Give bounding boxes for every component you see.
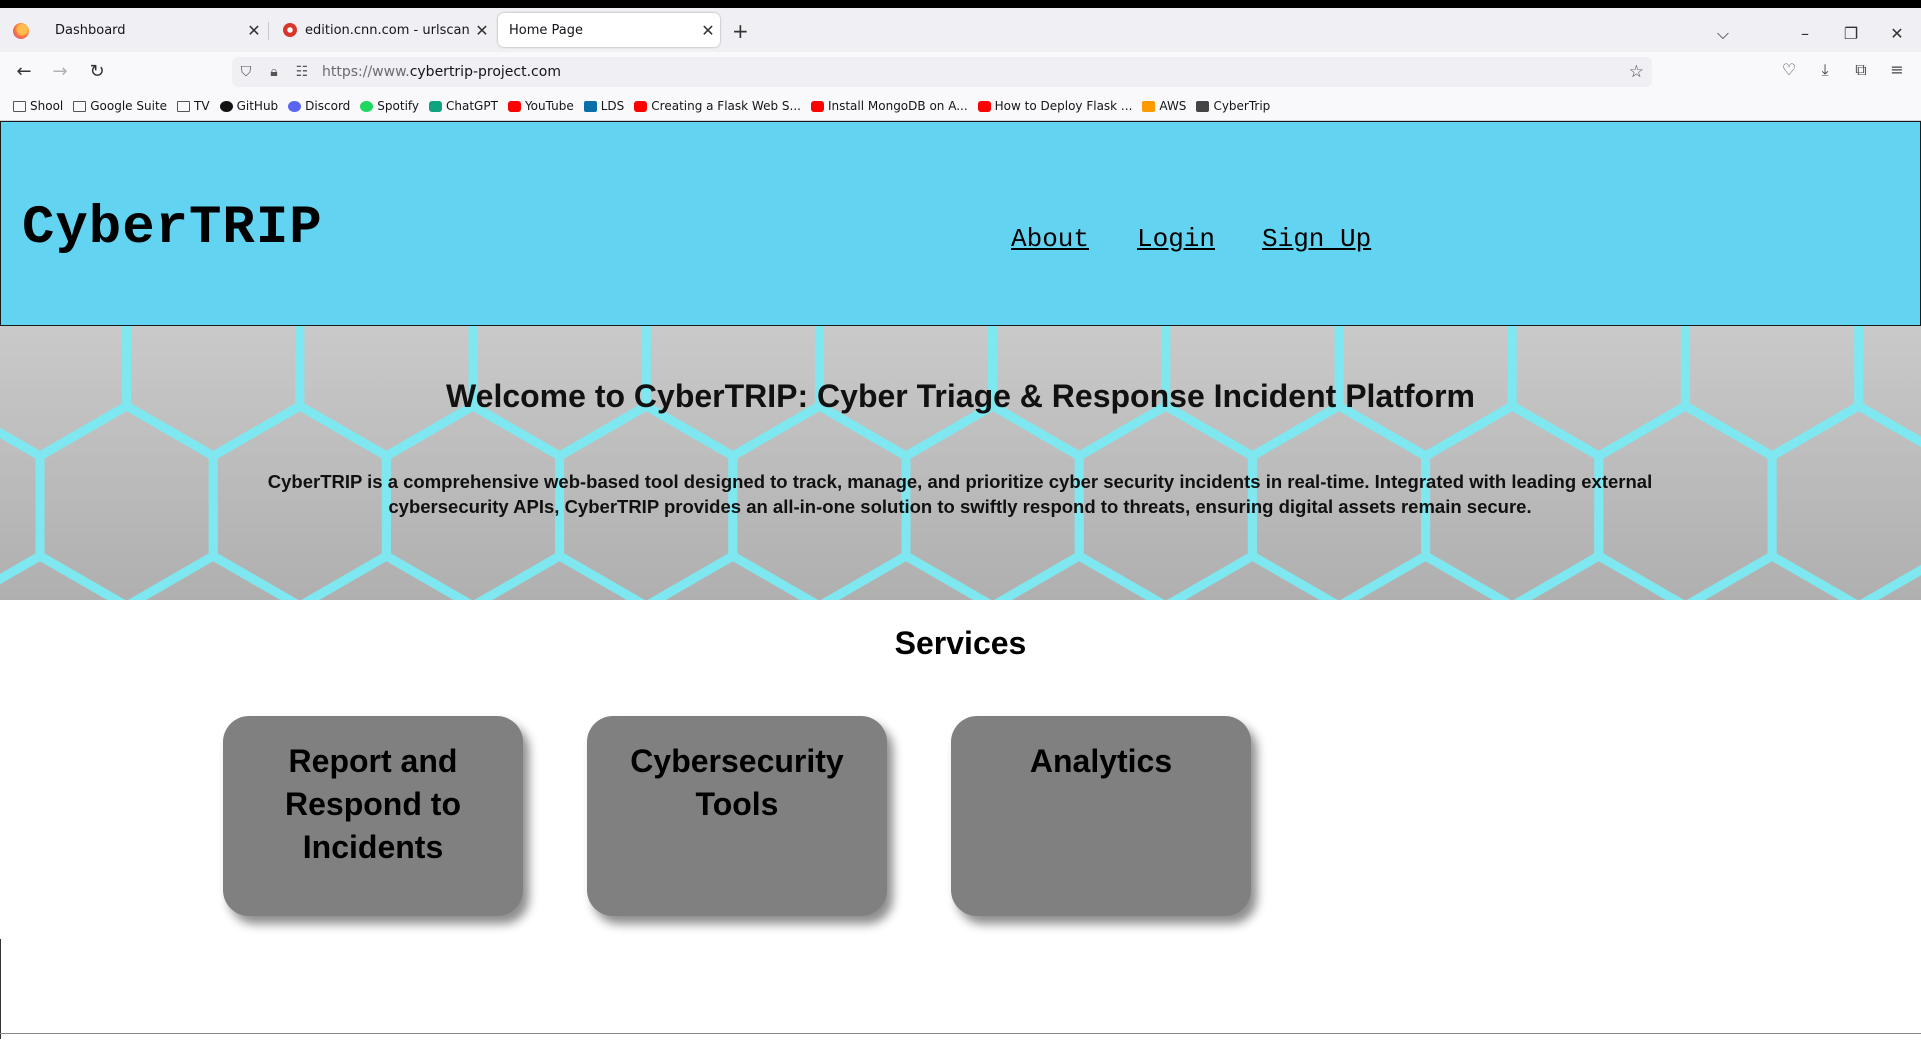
bookmark-item[interactable]: GitHub [219, 99, 279, 113]
services-heading: Services [894, 625, 1027, 661]
nav-about-link[interactable]: About [1011, 224, 1089, 254]
new-tab-button[interactable]: + [732, 19, 749, 43]
bookmark-label: YouTube [524, 99, 574, 113]
cybertrip-icon [1196, 100, 1210, 112]
hero-banner: Welcome to CyberTRIP: Cyber Triage & Res… [0, 326, 1921, 600]
restore-icon[interactable]: ❐ [1836, 24, 1866, 43]
nav-signup-link[interactable]: Sign Up [1262, 224, 1371, 254]
service-card-title: Report and Respond to Incidents [285, 743, 461, 865]
close-icon[interactable]: ✕ [696, 21, 720, 40]
tab-separator [268, 22, 269, 40]
bookmark-label: AWS [1159, 99, 1187, 113]
url-domain: cybertrip-project.com [409, 64, 561, 80]
hexagon-background-image [0, 326, 1921, 600]
tab-dashboard[interactable]: Dashboard ✕ [44, 13, 266, 47]
folder-icon [73, 100, 87, 112]
page-left-border [0, 939, 1, 1039]
bookmark-item[interactable]: How to Deploy Flask ... [977, 99, 1133, 113]
bookmark-item[interactable]: Shool [13, 99, 63, 113]
bookmark-label: LDS [600, 99, 625, 113]
firefox-icon [13, 23, 29, 39]
youtube-icon [507, 100, 521, 112]
minimize-icon[interactable]: – [1790, 24, 1820, 43]
list-tabs-chevron-down-icon[interactable]: ⌵ [1708, 24, 1738, 44]
tab-title: edition.cnn.com - urlscan.io [305, 22, 470, 38]
bookmark-label: Shool [30, 99, 64, 113]
bookmark-item[interactable]: Spotify [360, 99, 419, 113]
close-icon[interactable]: ✕ [470, 21, 494, 40]
youtube-icon [634, 100, 648, 112]
tab-urlscan[interactable]: edition.cnn.com - urlscan.io ✕ [272, 13, 494, 47]
bookmark-item[interactable]: Creating a Flask Web S... [634, 99, 801, 113]
bookmark-item[interactable]: Install MongoDB on A... [810, 99, 968, 113]
lock-icon[interactable]: 🔒︎ [260, 64, 288, 80]
service-card-title: Cybersecurity Tools [630, 743, 844, 822]
window-top-border [0, 0, 1921, 8]
url-prefix: https://www. [322, 64, 410, 80]
folder-icon [177, 100, 191, 112]
tab-bar: Dashboard ✕ edition.cnn.com - urlscan.io… [0, 8, 1921, 52]
bookmark-label: Creating a Flask Web S... [651, 99, 801, 113]
bookmark-label: Discord [305, 99, 351, 113]
tab-title: Dashboard [55, 22, 126, 38]
tab-home-page[interactable]: Home Page ✕ [498, 13, 720, 47]
bookmarks-bar: Shool Google Suite TV GitHub Discord Spotify C… [0, 92, 1921, 121]
hero-title: Welcome to CyberTRIP: Cyber Triage & Res… [446, 378, 1475, 414]
bookmark-item[interactable]: YouTube [507, 99, 574, 113]
service-card-cybersecurity-tools[interactable]: Cybersecurity Tools [587, 716, 887, 916]
downloads-icon[interactable]: ⤓ [1812, 60, 1838, 80]
extensions-icon[interactable]: ⧉ [1848, 60, 1874, 80]
youtube-icon [977, 100, 991, 112]
discord-icon [288, 100, 302, 112]
service-card-title: Analytics [1029, 743, 1173, 779]
bookmark-item[interactable]: AWS [1142, 99, 1186, 113]
bookmark-label: TV [194, 99, 210, 113]
hero-description-line-2: cybersecurity APIs, CyberTRIP provides a… [388, 496, 1532, 517]
bookmark-item[interactable]: Google Suite [73, 99, 167, 113]
service-card-report-respond[interactable]: Report and Respond to Incidents [223, 716, 523, 916]
bookmark-star-icon[interactable]: ☆ [1629, 62, 1644, 82]
service-card-analytics[interactable]: Analytics [951, 716, 1251, 916]
tab-title: Home Page [509, 22, 583, 38]
site-header: CyberTRIP About Login Sign Up [0, 121, 1921, 326]
hero-description: CyberTRIP is a comprehensive web-based t… [260, 469, 1660, 519]
permissions-icon[interactable]: ☷ [288, 64, 316, 80]
shield-icon[interactable]: ⛉ [232, 64, 260, 80]
youtube-icon [810, 100, 824, 112]
urlscan-favicon-icon [283, 23, 297, 37]
bookmark-item[interactable]: LDS [583, 99, 625, 113]
bookmark-label: How to Deploy Flask ... [994, 99, 1133, 113]
site-logo[interactable]: CyberTRIP [22, 198, 323, 259]
nav-toolbar: ← → ↻ ⛉ 🔒︎ ☷ https://www.cybertrip-proje… [0, 52, 1921, 92]
address-bar[interactable]: ⛉ 🔒︎ ☷ https://www.cybertrip-project.com… [232, 57, 1652, 87]
page-bottom-border [0, 1033, 1921, 1034]
lds-icon [583, 100, 597, 112]
url-text[interactable]: https://www.cybertrip-project.com [322, 64, 561, 80]
back-arrow-icon[interactable]: ← [11, 60, 37, 84]
bookmark-label: CyberTrip [1213, 99, 1271, 113]
bookmark-label: GitHub [236, 99, 279, 113]
forward-arrow-icon[interactable]: → [47, 60, 73, 84]
spotify-icon [360, 100, 374, 112]
bookmark-item[interactable]: TV [177, 99, 210, 113]
chatgpt-icon [429, 100, 443, 112]
bookmark-label: Spotify [377, 99, 420, 113]
menu-hamburger-icon[interactable]: ≡ [1884, 60, 1910, 79]
folder-icon [13, 100, 26, 112]
window-close-icon[interactable]: ✕ [1882, 24, 1912, 43]
bookmark-item[interactable]: Discord [288, 99, 350, 113]
reload-icon[interactable]: ↻ [84, 60, 110, 84]
github-icon [219, 100, 233, 112]
aws-icon [1142, 100, 1156, 112]
close-icon[interactable]: ✕ [242, 21, 266, 40]
bookmark-label: Install MongoDB on A... [827, 99, 968, 113]
pocket-icon[interactable]: ♡ [1776, 60, 1802, 79]
bookmark-label: Google Suite [90, 99, 168, 113]
hero-description-line-1: CyberTRIP is a comprehensive web-based t… [267, 471, 1653, 492]
bookmark-item[interactable]: ChatGPT [429, 99, 498, 113]
bookmark-item[interactable]: CyberTrip [1196, 99, 1270, 113]
page-viewport: CyberTRIP About Login Sign Up Welcome to… [0, 121, 1921, 1041]
bookmark-label: ChatGPT [446, 99, 498, 113]
nav-login-link[interactable]: Login [1137, 224, 1215, 254]
